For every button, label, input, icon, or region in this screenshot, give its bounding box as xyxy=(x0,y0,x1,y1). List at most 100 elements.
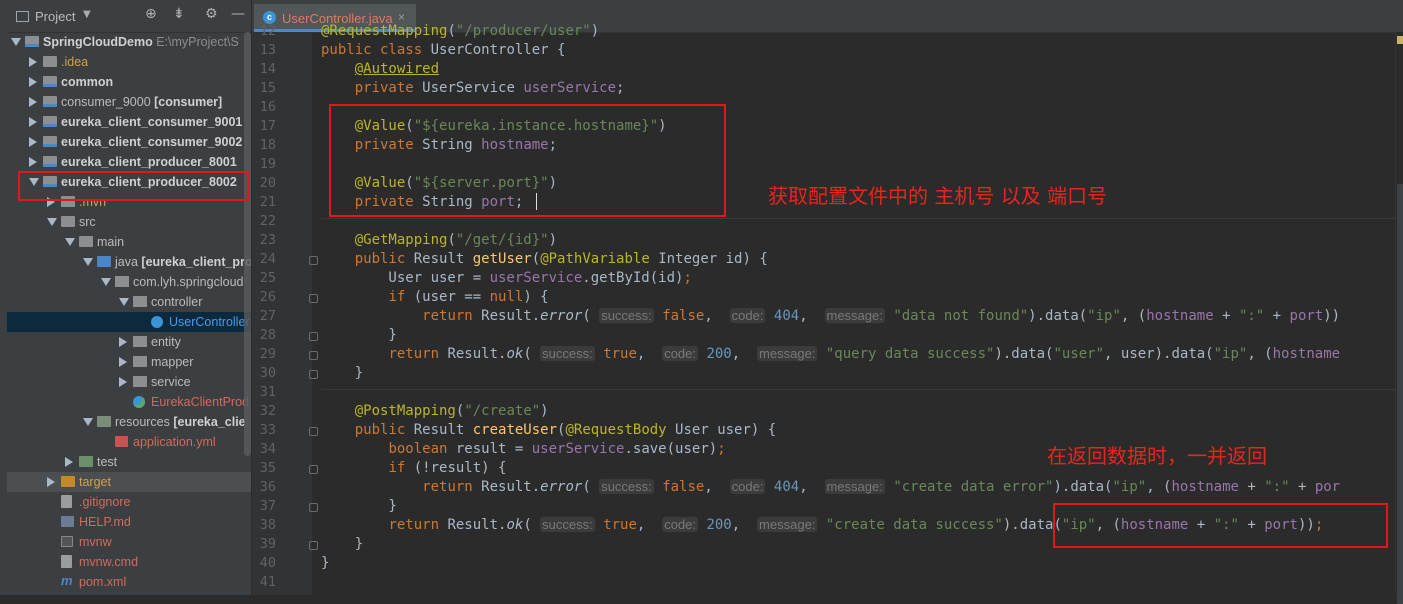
gear-icon[interactable]: ⚙ xyxy=(205,6,218,22)
code-line[interactable]: public class UserController { xyxy=(321,42,565,58)
tree-item[interactable]: java [eureka_client_pro xyxy=(7,252,251,272)
fold-icon[interactable] xyxy=(309,256,318,265)
line-number: 34 xyxy=(259,441,276,457)
tree-item[interactable]: consumer_9000 [consumer] xyxy=(7,92,251,112)
code-line[interactable]: public Result getUser(@PathVariable Inte… xyxy=(321,251,768,267)
project-panel-title[interactable]: Project xyxy=(35,9,75,24)
tree-item[interactable]: controller xyxy=(7,292,251,312)
code-line[interactable]: return Result.error( success: false, cod… xyxy=(321,479,1340,495)
tree-item[interactable]: entity xyxy=(7,332,251,352)
tree-item[interactable]: service xyxy=(7,372,251,392)
tree-item[interactable]: HELP.md xyxy=(7,512,251,532)
expand-arrow-icon[interactable] xyxy=(47,218,57,226)
collapse-arrow-icon[interactable] xyxy=(29,137,37,147)
editor-scrollbar[interactable] xyxy=(1395,32,1403,604)
tree-item[interactable]: main xyxy=(7,232,251,252)
collapse-arrow-icon[interactable] xyxy=(29,157,37,167)
warning-marker[interactable] xyxy=(1397,36,1403,44)
fold-icon[interactable] xyxy=(309,503,318,512)
tree-item[interactable]: .idea xyxy=(7,52,251,72)
tree-item-label: EurekaClientProd xyxy=(151,395,249,409)
code-line[interactable]: } xyxy=(321,536,363,552)
tree-item[interactable]: test xyxy=(7,452,251,472)
expand-arrow-icon[interactable] xyxy=(83,418,93,426)
tree-item-label: SpringCloudDemo E:\myProject\S xyxy=(43,35,239,49)
code-line[interactable]: private UserService userService; xyxy=(321,80,625,96)
code-line[interactable]: @RequestMapping("/producer/user") xyxy=(321,23,599,39)
module-icon xyxy=(43,156,57,167)
close-icon[interactable]: × xyxy=(398,10,405,24)
line-number: 18 xyxy=(259,137,276,153)
tree-item[interactable]: eureka_client_consumer_9001 xyxy=(7,112,251,132)
code-line[interactable]: } xyxy=(321,555,329,571)
code-line[interactable]: @Autowired xyxy=(321,61,439,77)
tree-item[interactable]: m pom.xml xyxy=(7,572,251,592)
tree-item[interactable]: resources [eureka_clie xyxy=(7,412,251,432)
code-line[interactable]: } xyxy=(321,498,396,514)
fold-icon[interactable] xyxy=(309,332,318,341)
code-line[interactable]: @PostMapping("/create") xyxy=(321,403,549,419)
tree-item[interactable]: target xyxy=(7,472,251,492)
fold-icon[interactable] xyxy=(309,351,318,360)
test-icon xyxy=(79,456,93,467)
collapse-arrow-icon[interactable] xyxy=(119,377,127,387)
tree-scrollbar[interactable] xyxy=(244,32,251,456)
code-line[interactable]: User user = userService.getById(id); xyxy=(321,270,691,286)
module-icon xyxy=(43,96,57,107)
code-line[interactable]: boolean result = userService.save(user); xyxy=(321,441,725,457)
fold-icon[interactable] xyxy=(309,541,318,550)
collapse-arrow-icon[interactable] xyxy=(29,77,37,87)
expand-arrow-icon[interactable] xyxy=(101,278,111,286)
expand-arrow-icon[interactable] xyxy=(65,238,75,246)
tree-item[interactable]: common xyxy=(7,72,251,92)
tree-item[interactable]: eureka_client_producer_8001 xyxy=(7,152,251,172)
collapse-arrow-icon[interactable] xyxy=(119,357,127,367)
tree-item[interactable]: mapper xyxy=(7,352,251,372)
src-icon xyxy=(97,256,111,267)
minimize-icon[interactable]: — xyxy=(231,6,245,22)
scroll-thumb[interactable] xyxy=(1397,184,1403,604)
tree-item[interactable]: .gitignore xyxy=(7,492,251,512)
tree-item[interactable]: EurekaClientProd xyxy=(7,392,251,412)
tree-item[interactable]: mvnw xyxy=(7,532,251,552)
collapse-arrow-icon[interactable] xyxy=(29,117,37,127)
fold-icon[interactable] xyxy=(309,294,318,303)
collapse-arrow-icon[interactable] xyxy=(47,477,55,487)
line-number: 38 xyxy=(259,517,276,533)
tree-item[interactable]: src xyxy=(7,212,251,232)
collapse-arrow-icon[interactable] xyxy=(119,337,127,347)
code-line[interactable]: if (!result) { xyxy=(321,460,506,476)
expand-arrow-icon[interactable] xyxy=(83,258,93,266)
line-number: 26 xyxy=(259,289,276,305)
code-line[interactable]: return Result.error( success: false, cod… xyxy=(321,308,1340,324)
expand-arrow-icon[interactable] xyxy=(11,38,21,46)
fold-icon[interactable] xyxy=(309,427,318,436)
collapse-arrow-icon[interactable] xyxy=(29,57,37,67)
code-line[interactable]: return Result.ok( success: true, code: 2… xyxy=(321,346,1340,362)
method-separator xyxy=(321,389,1403,390)
cls-icon xyxy=(151,316,163,328)
annotation-config-note: 获取配置文件中的 主机号 以及 端口号 xyxy=(768,184,1108,208)
chevron-down-icon[interactable]: ▼ xyxy=(83,9,91,20)
tree-item[interactable]: UserController xyxy=(7,312,251,332)
collapse-icon[interactable]: ⇟ xyxy=(173,6,185,22)
collapse-arrow-icon[interactable] xyxy=(65,457,73,467)
tree-item[interactable]: eureka_client_consumer_9002 xyxy=(7,132,251,152)
fold-icon[interactable] xyxy=(309,370,318,379)
crosshair-icon[interactable]: ⊕ xyxy=(145,6,157,22)
fold-icon[interactable] xyxy=(309,465,318,474)
collapse-arrow-icon[interactable] xyxy=(29,97,37,107)
code-line[interactable]: } xyxy=(321,327,396,343)
tree-item[interactable]: com.lyh.springcloud xyxy=(7,272,251,292)
tree-item-label: eureka_client_consumer_9001 xyxy=(61,115,243,129)
res-icon xyxy=(97,416,111,427)
tree-item[interactable]: mvnw.cmd xyxy=(7,552,251,572)
line-number: 21 xyxy=(259,194,276,210)
code-line[interactable]: if (user == null) { xyxy=(321,289,548,305)
tree-item[interactable]: SpringCloudDemo E:\myProject\S xyxy=(7,32,251,52)
code-line[interactable]: public Result createUser(@RequestBody Us… xyxy=(321,422,776,438)
code-line[interactable]: } xyxy=(321,365,363,381)
expand-arrow-icon[interactable] xyxy=(119,298,129,306)
tree-item[interactable]: application.yml xyxy=(7,432,251,452)
code-line[interactable]: @GetMapping("/get/{id}") xyxy=(321,232,557,248)
